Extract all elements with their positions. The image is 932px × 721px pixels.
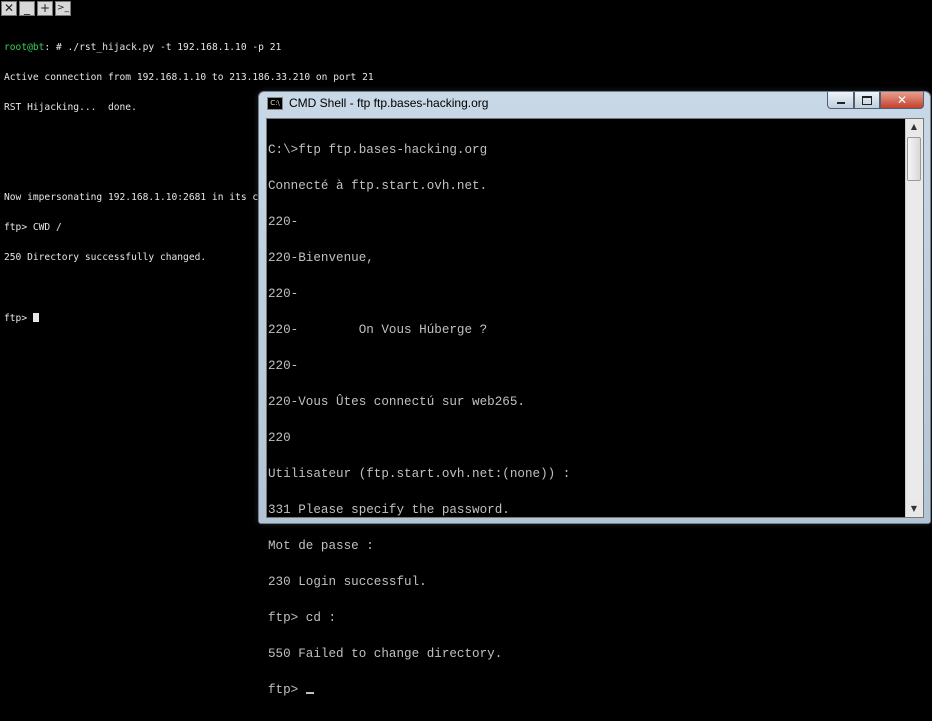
console-area[interactable]: C:\>ftp ftp.bases-hacking.org Connecté à… xyxy=(266,118,924,696)
prompt-user: root@bt xyxy=(4,42,45,53)
close-icon: ✕ xyxy=(896,93,908,107)
console-line: Utilisateur (ftp.start.ovh.net:(none)) : xyxy=(268,467,571,481)
window-controls: ✕ xyxy=(827,92,924,109)
console-line: 550 Failed to change directory. xyxy=(268,647,503,661)
console-line: Mot de passe : xyxy=(268,539,374,553)
maximize-button[interactable] xyxy=(854,92,880,109)
console-line: 220-Vous Ûtes connectú sur web265. xyxy=(268,395,525,409)
maximize-icon xyxy=(862,95,872,105)
console-line: 220-Bienvenue, xyxy=(268,251,374,265)
cmd-icon: C:\ xyxy=(267,97,283,110)
close-icon[interactable]: ✕ xyxy=(1,1,17,16)
console-line: 220- xyxy=(268,359,299,373)
console-output: C:\>ftp ftp.bases-hacking.org Connecté à… xyxy=(268,120,570,720)
terminal-line: Active connection from 192.168.1.10 to 2… xyxy=(4,72,374,83)
minimize-icon xyxy=(836,101,845,104)
scroll-up-arrow-icon[interactable]: ▲ xyxy=(906,119,922,135)
console-line: 220- On Vous Húberge ? xyxy=(268,323,488,337)
console-line: 220 xyxy=(268,431,291,445)
console-line: 220- xyxy=(268,215,299,229)
cmd-shell-window[interactable]: C:\ CMD Shell - ftp ftp.bases-hacking.or… xyxy=(258,91,931,696)
scrollbar-thumb[interactable] xyxy=(907,137,921,181)
terminal-toolbar: ✕ _ + >_ xyxy=(1,1,71,17)
console-line: 220- xyxy=(268,287,299,301)
console-line: C:\>ftp ftp.bases-hacking.org xyxy=(268,143,488,157)
console-line: ftp> cd : xyxy=(268,611,337,625)
ftp-prompt: ftp> xyxy=(268,683,306,697)
console-line: 331 Please specify the password. xyxy=(268,503,510,517)
block-cursor xyxy=(32,313,39,322)
minimize-button[interactable] xyxy=(827,92,854,109)
scroll-down-arrow-icon[interactable]: ▼ xyxy=(906,501,922,517)
command-text: : # ./rst_hijack.py -t 192.168.1.10 -p 2… xyxy=(44,42,282,53)
close-button[interactable]: ✕ xyxy=(880,92,924,109)
ftp-prompt: ftp> xyxy=(4,313,33,324)
console-line: 230 Login successful. xyxy=(268,575,427,589)
add-tab-icon[interactable]: + xyxy=(37,1,53,16)
console-input-line[interactable]: ftp> xyxy=(268,684,570,696)
command-line: root@bt: # ./rst_hijack.py -t 192.168.1.… xyxy=(4,43,431,53)
vertical-scrollbar[interactable]: ▲ ▼ xyxy=(905,119,923,517)
terminal-icon[interactable]: >_ xyxy=(55,1,71,16)
underscore-cursor xyxy=(305,692,314,694)
window-title: CMD Shell - ftp ftp.bases-hacking.org xyxy=(289,96,489,110)
window-titlebar[interactable]: C:\ CMD Shell - ftp ftp.bases-hacking.or… xyxy=(259,92,930,116)
console-line: Connecté à ftp.start.ovh.net. xyxy=(268,179,488,193)
minimize-icon[interactable]: _ xyxy=(19,1,35,16)
